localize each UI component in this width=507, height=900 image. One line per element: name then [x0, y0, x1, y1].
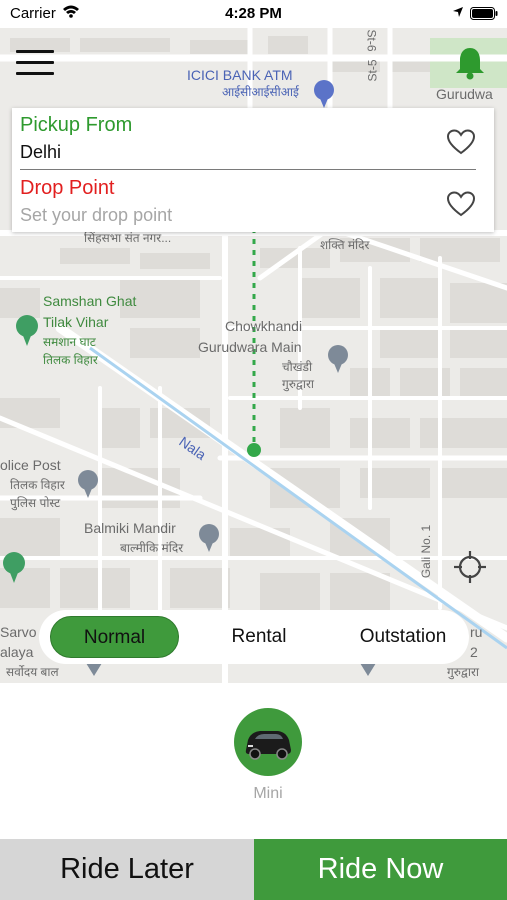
map-label-gurudwara-top: Gurudwa: [436, 86, 493, 102]
map-label-tilak: Tilak Vihar: [43, 314, 109, 330]
map-label-tilak-hi: तिलक विहार: [43, 353, 98, 367]
map-label-police: olice Post: [0, 457, 61, 473]
status-bar: Carrier 4:28 PM: [0, 0, 507, 28]
crosshair-icon[interactable]: [450, 547, 490, 587]
carrier-label: Carrier: [10, 5, 56, 22]
map-label-balmiki-hi: बाल्मीकि मंदिर: [120, 541, 184, 555]
map-label-ru: ru: [470, 624, 483, 640]
vehicle-mini-button[interactable]: [234, 708, 302, 776]
map-label-st5: St-5: [365, 59, 380, 82]
ride-type-tabs: Normal Rental Outstation: [39, 610, 469, 664]
map-label-gurudwara-main: Gurudwara Main: [198, 339, 302, 355]
map-label-samshan: Samshan Ghat: [43, 293, 137, 309]
map-label-gurudwara-br: गुरुद्वारा: [447, 665, 479, 679]
location-card: Pickup From Delhi Drop Point Set your dr…: [12, 108, 494, 232]
pickup-field[interactable]: Delhi: [20, 142, 61, 163]
map-label-singhsabha: सिंहसभा संत नगर...: [84, 231, 172, 245]
menu-line-icon: [16, 61, 54, 64]
menu-line-icon: [16, 72, 54, 75]
drop-title: Drop Point: [20, 177, 115, 199]
map-label-sarvo: Sarvo: [0, 624, 37, 640]
map-label-num2: 2: [470, 644, 478, 660]
map-label-chowkhandi-hi: चौखंडी: [282, 360, 313, 374]
map-label-alaya: alaya: [0, 644, 34, 660]
map-label-icici: ICICI BANK ATM: [187, 67, 293, 83]
map-label-gurudwara-hi: गुरुद्वारा: [282, 377, 314, 391]
vehicle-label: Mini: [253, 785, 283, 802]
tab-outstation[interactable]: Outstation: [339, 616, 467, 658]
drop-point-field[interactable]: Set your drop point: [20, 205, 172, 226]
menu-line-icon: [16, 50, 54, 53]
location-divider: [20, 169, 476, 170]
map-label-chowkhandi: Chowkhandi: [225, 318, 303, 334]
tab-rental[interactable]: Rental: [194, 616, 324, 658]
tab-normal[interactable]: Normal: [50, 616, 179, 658]
map-label-sarvoday-hi: सर्वोदय बाल: [6, 665, 59, 679]
heart-icon[interactable]: [446, 128, 476, 156]
map-label-tilak-hi-2: तिलक विहार: [10, 478, 65, 492]
location-arrow-icon: [453, 7, 463, 17]
map-label-icici-hi: आईसीआईसीआई: [222, 85, 299, 99]
status-time: 4:28 PM: [225, 5, 282, 22]
map-label-samshan-hi: समशान घाट: [43, 335, 96, 349]
hamburger-menu-button[interactable]: [16, 50, 56, 76]
wifi-icon: [63, 5, 79, 18]
ride-now-button[interactable]: Ride Now: [254, 839, 507, 900]
battery-icon: [470, 7, 498, 20]
map-label-gali: Gali No. 1: [419, 524, 434, 579]
map-label-shakti: शक्ति मंदिर: [320, 238, 370, 252]
map-label-st6: St-6: [364, 29, 379, 52]
map-label-balmiki: Balmiki Mandir: [84, 520, 176, 536]
map-label-police-hi: पुलिस पोस्ट: [10, 496, 61, 510]
ride-later-button[interactable]: Ride Later: [0, 839, 254, 900]
car-icon: [245, 731, 291, 760]
bell-icon[interactable]: [454, 45, 486, 81]
pickup-title: Pickup From: [20, 114, 133, 136]
heart-icon[interactable]: [446, 190, 476, 218]
